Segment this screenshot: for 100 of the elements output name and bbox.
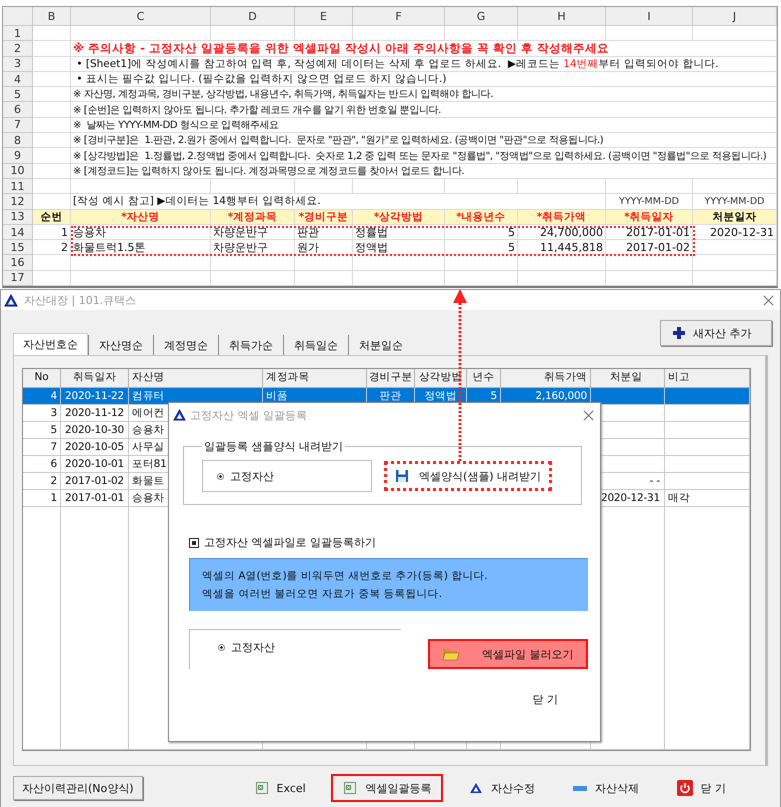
table-cell: 2017-01-01 (626, 226, 690, 238)
load-file-button[interactable]: 엑셀파일 불러오기 (428, 639, 588, 670)
table-cell: 매각 (668, 492, 690, 504)
row-header[interactable]: 17 (3, 270, 33, 286)
table-cell: 2020-11-22 (64, 390, 124, 402)
table-cell: - - (650, 475, 660, 488)
header-cell: *경비구분 (298, 210, 348, 224)
spreadsheet-icon (343, 781, 358, 796)
table-cell: 2 (50, 475, 57, 488)
format-hint: YYYY-MM-DD (619, 196, 679, 207)
table-cell: 포터81 (132, 458, 167, 470)
column-header[interactable]: I (606, 7, 693, 26)
window-title: 자산대장 | 101.큐택스 (24, 292, 138, 308)
row-header[interactable]: 16 (3, 255, 33, 271)
spreadsheet-icon (254, 781, 269, 796)
action-button[interactable]: Excel (242, 774, 318, 802)
action-button[interactable]: 엑셀일괄등록 (331, 774, 444, 802)
close-icon[interactable] (583, 410, 594, 421)
empty-cell (295, 270, 353, 286)
table-cell: 컴퓨터 (132, 390, 164, 402)
action-button[interactable]: 닫 기 (664, 774, 738, 802)
header-cell: *자산명 (121, 210, 160, 224)
table-cell: 4 (50, 390, 57, 402)
table-cell: 화물트 (132, 475, 164, 488)
section-label: 고정자산 엑셀파일로 일괄등록하기 (204, 535, 376, 550)
row-header[interactable]: 5 (3, 87, 33, 102)
row-header[interactable]: 1 (3, 26, 33, 42)
header-cell: *내용년수 (456, 210, 506, 224)
table-cell: 승용차 (73, 224, 106, 240)
table-cell: 2017-01-02 (626, 240, 690, 254)
note-text: ※ 주의사항 - 고정자산 일괄등록을 위한 엑셀파일 작성시 아래 주의사항을 꼭 확인 후 작성해주세요 (73, 40, 610, 56)
column-header[interactable]: B (33, 7, 71, 26)
dialog-title: 고정자산 엑셀 일괄등록 (190, 408, 308, 423)
table-cell: 1 (61, 226, 68, 238)
row-header[interactable]: 9 (3, 148, 33, 164)
header-cell: 순번 (40, 210, 62, 224)
table-cell: 3 (50, 407, 57, 420)
download-sample-button[interactable]: 엑셀양식(샘플) 내려받기 (384, 461, 552, 492)
table-cell: 차량운반구 (213, 240, 268, 255)
row-header[interactable]: 13 (3, 210, 33, 225)
triangle-icon (469, 782, 484, 794)
note-text: ※ [계정코드]는 입력하지 않아도 됩니다. 계정과목명으로 계정코드를 찾아서 업로드 합니다. (73, 164, 464, 178)
action-button[interactable]: 자산삭제 (560, 774, 651, 802)
row-header[interactable]: 7 (3, 118, 33, 134)
table-cell: 2020-10-30 (64, 424, 124, 436)
column-header[interactable]: J (693, 7, 777, 26)
row-header[interactable]: 2 (3, 41, 33, 57)
info-text: 엑셀의 A열(번호)를 비워두면 새번호로 추가(등록) 합니다. (202, 569, 489, 584)
table-cell: 2020-12-31 (600, 492, 660, 504)
table-cell: 2,160,000 (535, 390, 587, 402)
square-bullet-icon (189, 538, 199, 548)
tab[interactable]: 자산번호순 (13, 333, 88, 356)
table-cell: 비품 (266, 390, 288, 402)
action-button[interactable]: 자산수정 (457, 774, 548, 802)
column-header[interactable]: E (295, 7, 353, 26)
row-header[interactable]: 8 (3, 133, 33, 148)
add-asset-button[interactable]: 새자산 추가 (660, 320, 772, 346)
table-cell: 6 (50, 458, 57, 470)
table-cell: 정액법 (424, 390, 457, 402)
column-header[interactable]: D (211, 7, 295, 26)
header-cell: *계정과목 (228, 210, 278, 224)
triangle-icon (173, 409, 186, 422)
format-hint: YYYY-MM-DD (704, 196, 764, 207)
table-cell: 2020-10-05 (64, 441, 124, 454)
radio-button[interactable]: 고정자산 (218, 640, 401, 656)
table-cell: 승용차 (132, 492, 164, 504)
header-cell: *취득가액 (536, 210, 586, 224)
column-header[interactable]: C (71, 7, 211, 26)
table-cell: 1 (50, 492, 57, 504)
plus-icon (673, 327, 685, 340)
group-title: 일괄등록 샘플양식 내려받기 (203, 439, 344, 454)
table-cell: 5 (50, 424, 57, 436)
note-text: ※ [순번]은 입력하지 않아도 됩니다. 추가할 레코드 개수를 알기 위한 번호일 뿐입니다. (73, 104, 441, 117)
row-header[interactable]: 11 (3, 178, 33, 194)
close-icon[interactable] (763, 294, 774, 306)
table-cell: 승용차 (132, 424, 164, 436)
minus-icon (572, 786, 587, 791)
row-header[interactable]: 14 (3, 224, 33, 240)
table-cell: 판관 (380, 390, 402, 402)
history-button[interactable]: 자산이력관리(No양식) (13, 776, 143, 800)
note-text: ※ [상각방법]은 1.정률법, 2.정액법 중에서 입력합니다. 숫자로 1,2 중 입력 또는 문자로 "정률법", "정액법"으로 입력하세요. (공백이면 "정률법"으로 적용됩니다.) (73, 150, 766, 163)
table-cell: 24,700,000 (540, 226, 603, 238)
column-header[interactable]: G (445, 7, 518, 26)
row-header[interactable]: 12 (3, 194, 33, 210)
table-cell: 2 (61, 240, 68, 254)
row-header[interactable]: 15 (3, 240, 33, 256)
column-header[interactable]: H (518, 7, 606, 26)
row-header[interactable]: 3 (3, 56, 33, 72)
table-cell: 2017-01-02 (64, 475, 124, 488)
column-header[interactable]: F (353, 7, 445, 26)
row-header[interactable]: 6 (3, 102, 33, 118)
note-text: ※ 날짜는 YYYY-MM-DD 형식으로 입력해주세요 (73, 118, 279, 132)
table-cell: 5 (508, 226, 515, 238)
row-header[interactable]: 4 (3, 72, 33, 88)
table-cell: 에어컨 (132, 407, 164, 420)
table-cell: 정액법 (355, 240, 388, 255)
close-button[interactable]: 닫 기 (526, 691, 564, 708)
header-cell: *취득일자 (624, 210, 674, 224)
row-header[interactable]: 10 (3, 164, 33, 179)
table-cell: 7 (50, 441, 57, 454)
